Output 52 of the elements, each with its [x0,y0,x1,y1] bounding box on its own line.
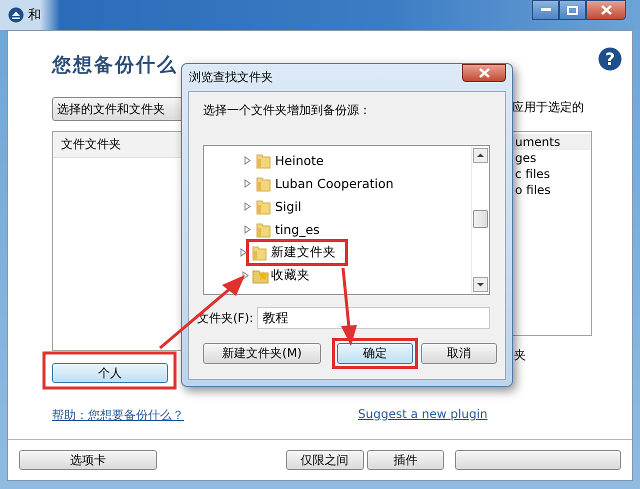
folder-icon [256,176,271,192]
close-button[interactable] [586,0,626,20]
personal-button[interactable]: 个人 [52,363,168,383]
close-icon [600,5,612,15]
minimize-button[interactable] [532,0,559,20]
expand-arrow-icon[interactable] [244,179,251,188]
dialog-title: 浏览查找文件夹 [189,69,273,86]
filter-item[interactable]: ges [513,150,591,166]
expand-arrow-icon[interactable] [244,156,251,165]
tree-item[interactable]: 新建文件夹 [271,244,336,261]
star-folder-icon [252,268,269,284]
filter-item[interactable]: uments [513,134,591,150]
scroll-thumb[interactable] [473,210,488,228]
expand-arrow-icon[interactable] [240,248,247,257]
folder-icon [256,222,271,238]
tree-item[interactable]: 收藏夹 [271,267,310,284]
dialog-button[interactable]: 确定 [337,343,413,364]
dialog-button[interactable]: 新建文件夹(M) [203,343,321,364]
footer-button[interactable]: 仅限之间 [286,450,364,470]
filter-item[interactable]: o files [513,182,591,198]
footer-button[interactable]: 插件 [366,450,444,470]
minimize-icon [540,8,550,12]
help-icon[interactable]: ? [598,47,622,71]
maximize-button[interactable] [559,0,586,20]
footer-button[interactable]: 选项卡 [19,450,157,470]
expand-arrow-icon[interactable] [242,271,249,280]
maximize-icon [567,6,578,14]
filter-item[interactable]: c files [513,166,591,182]
tree-item[interactable]: Sigil [275,199,302,214]
folder-text: 夹 [513,347,527,364]
folder-input[interactable]: 教程 [257,307,490,329]
plugin-link[interactable]: Suggest a new plugin [358,407,488,424]
dialog-close-button[interactable] [462,64,506,82]
scrollbar[interactable] [471,146,489,294]
close-icon [478,68,490,78]
folder-icon [256,152,271,168]
footer-button[interactable] [455,450,621,470]
window-title: 和 [28,7,41,24]
expand-arrow-icon[interactable] [244,202,251,211]
tree-item[interactable]: ting_es [275,222,320,237]
tree-item[interactable]: Luban Cooperation [275,176,394,191]
folder-icon [252,244,267,260]
scroll-down-icon[interactable] [473,277,488,292]
apply-text: 应用于选定的 [512,99,585,116]
page-heading: 您想备份什么 [52,53,178,78]
dialog-prompt: 选择一个文件夹增加到备份源： [203,102,372,119]
scroll-up-icon[interactable] [473,148,488,163]
expand-arrow-icon[interactable] [244,225,251,234]
help-link[interactable]: 帮助：您想要备份什么？ [52,407,184,424]
folder-icon [256,198,271,214]
eject-icon [8,7,24,23]
dialog-button[interactable]: 取消 [421,343,497,364]
